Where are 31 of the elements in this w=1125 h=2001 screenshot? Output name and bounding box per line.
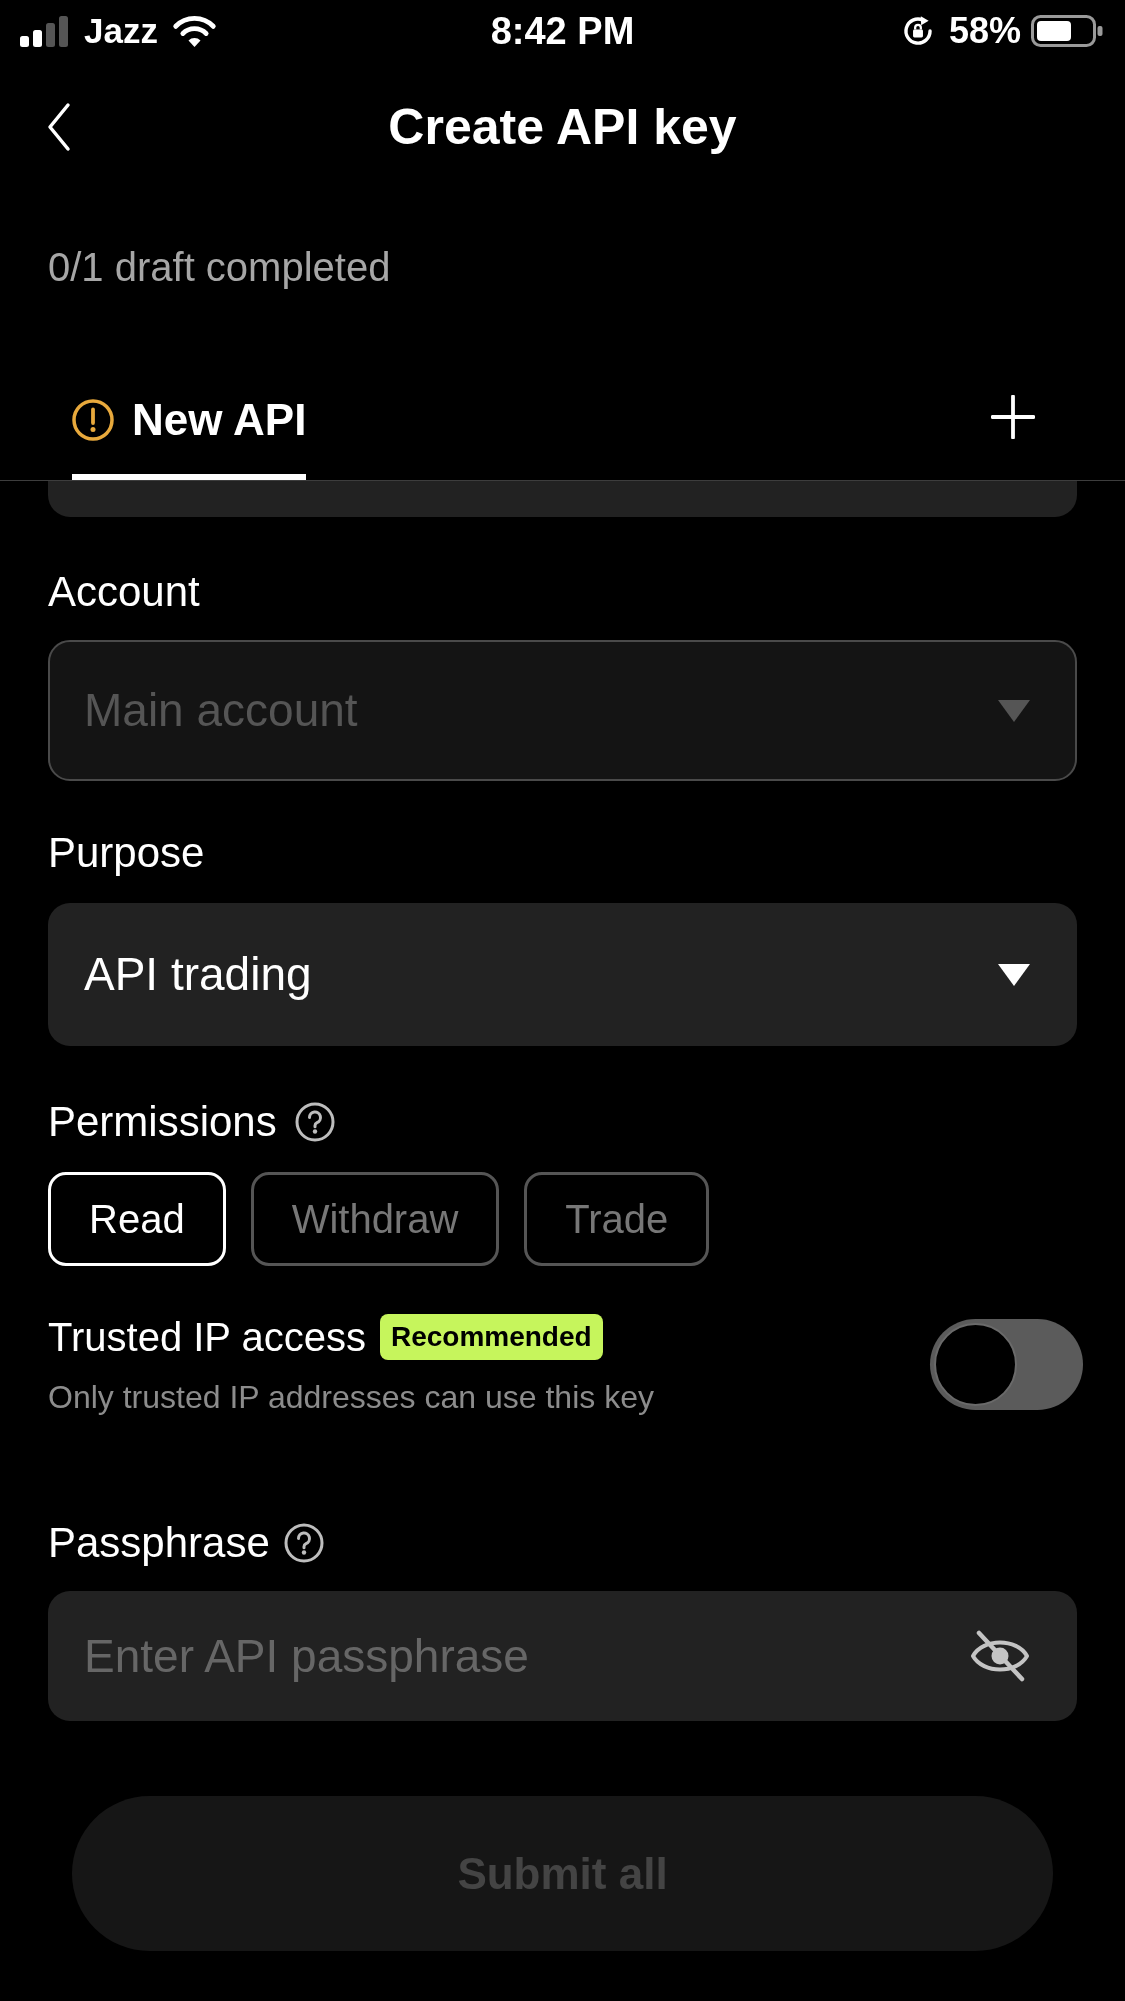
setting-title: Trusted IP access	[48, 1314, 366, 1361]
battery-percentage: 58%	[948, 11, 1021, 51]
add-button[interactable]	[991, 395, 1035, 439]
field-label: Permissions	[48, 1097, 277, 1147]
back-chevron-icon	[47, 102, 71, 152]
caret-down-icon	[998, 963, 1030, 986]
wifi-icon	[171, 14, 217, 48]
caret-down-icon	[998, 699, 1030, 722]
setting-description: Only trusted IP addresses can use this key	[48, 1378, 654, 1417]
passphrase-field[interactable]: Enter API passphrase	[48, 1591, 1077, 1721]
help-icon[interactable]	[283, 1523, 324, 1563]
field-label: Purpose	[48, 828, 205, 878]
signal-icon	[20, 15, 68, 47]
eye-off-icon[interactable]	[969, 1629, 1031, 1683]
recommended-tag: Recommended	[379, 1314, 603, 1360]
permission-chip[interactable]: Trade	[524, 1172, 710, 1266]
help-icon[interactable]	[294, 1102, 335, 1142]
back-button[interactable]	[47, 102, 71, 152]
warning-circle-icon	[72, 399, 114, 441]
permission-chip[interactable]: Withdraw	[250, 1172, 500, 1266]
plus-icon	[991, 395, 1035, 439]
input-field[interactable]	[48, 481, 1077, 517]
drafts-note: 0/1 draft completed	[48, 244, 391, 291]
page-title: Create API key	[388, 98, 737, 157]
field-label: Passphrase	[48, 1518, 270, 1568]
field-label: Account	[48, 567, 200, 617]
carrier-name: Jazz	[84, 11, 158, 51]
permission-chip[interactable]: Read	[48, 1172, 226, 1266]
purpose-dropdown[interactable]: API trading	[48, 903, 1077, 1046]
clock-time: 8:42 PM	[490, 9, 635, 53]
battery-icon	[1031, 15, 1103, 47]
